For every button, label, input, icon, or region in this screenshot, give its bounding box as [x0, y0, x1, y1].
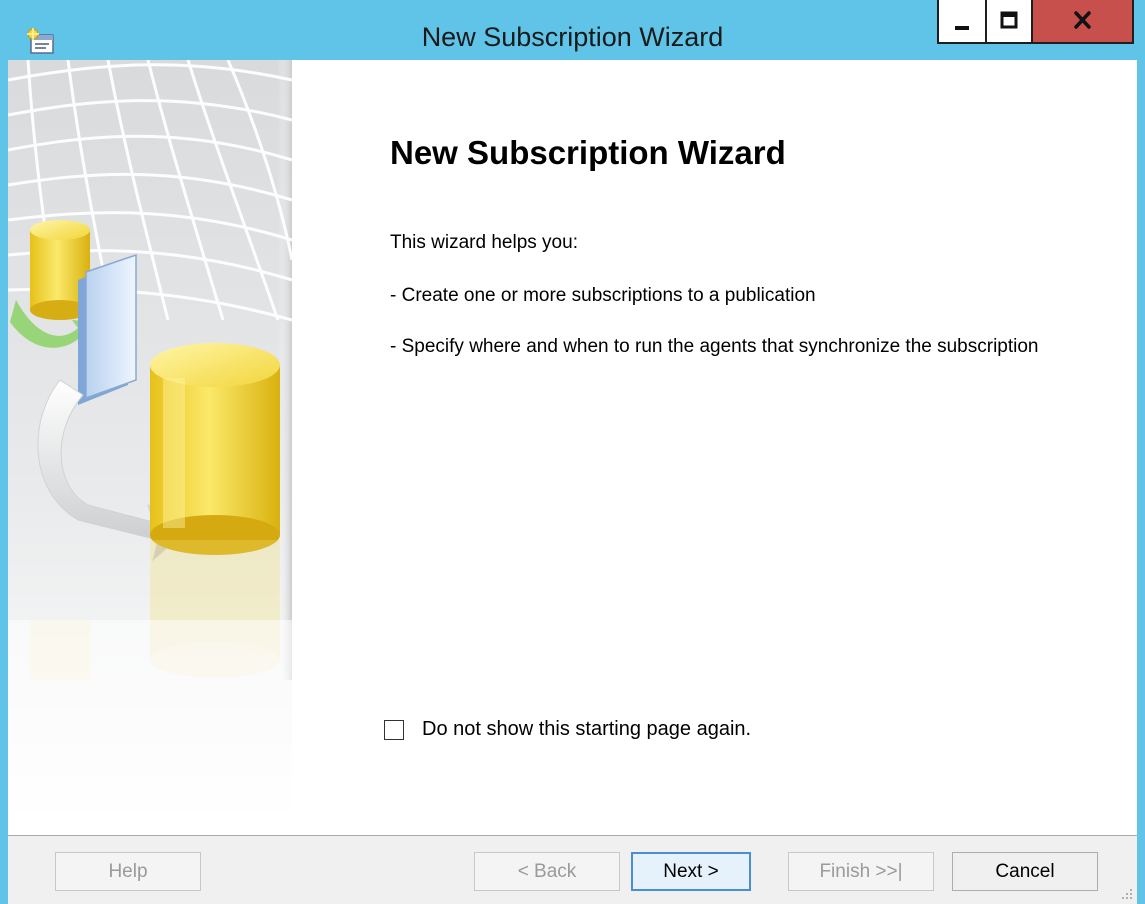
minimize-button[interactable]: [937, 0, 987, 44]
cancel-button[interactable]: Cancel: [952, 852, 1098, 891]
bullet-create-subscriptions: - Create one or more subscriptions to a …: [390, 285, 816, 306]
wizard-footer: Help < Back Next > Finish >>| Cancel: [8, 835, 1137, 904]
maximize-icon: [1000, 11, 1018, 29]
minimize-icon: [955, 26, 969, 30]
finish-button[interactable]: Finish >>|: [788, 852, 934, 891]
dont-show-again-checkbox[interactable]: [384, 719, 404, 740]
bullet-specify-agents: - Specify where and when to run the agen…: [390, 336, 1039, 357]
next-button[interactable]: Next >: [631, 852, 751, 891]
close-icon: [1074, 11, 1091, 29]
publication-document-icon: [78, 253, 137, 405]
maximize-button[interactable]: [985, 0, 1033, 44]
help-button[interactable]: Help: [55, 852, 201, 891]
dont-show-again-label[interactable]: Do not show this starting page again.: [422, 718, 751, 741]
database-replication-illustration: [8, 60, 292, 835]
wizard-content: New Subscription Wizard This wizard help…: [8, 60, 1137, 835]
resize-grip-icon[interactable]: [1121, 888, 1133, 900]
page-heading: New Subscription Wizard: [390, 134, 786, 171]
back-button[interactable]: < Back: [474, 852, 620, 891]
dont-show-again-option[interactable]: Do not show this starting page again.: [384, 718, 751, 741]
wizard-window: New Subscription Wizard New Subscription…: [0, 0, 1145, 904]
wizard-app-icon[interactable]: [26, 28, 56, 56]
intro-text: This wizard helps you:: [390, 232, 578, 253]
window-title: New Subscription Wizard: [421, 22, 724, 52]
large-database-icon: [150, 343, 280, 555]
close-button[interactable]: [1031, 0, 1134, 44]
